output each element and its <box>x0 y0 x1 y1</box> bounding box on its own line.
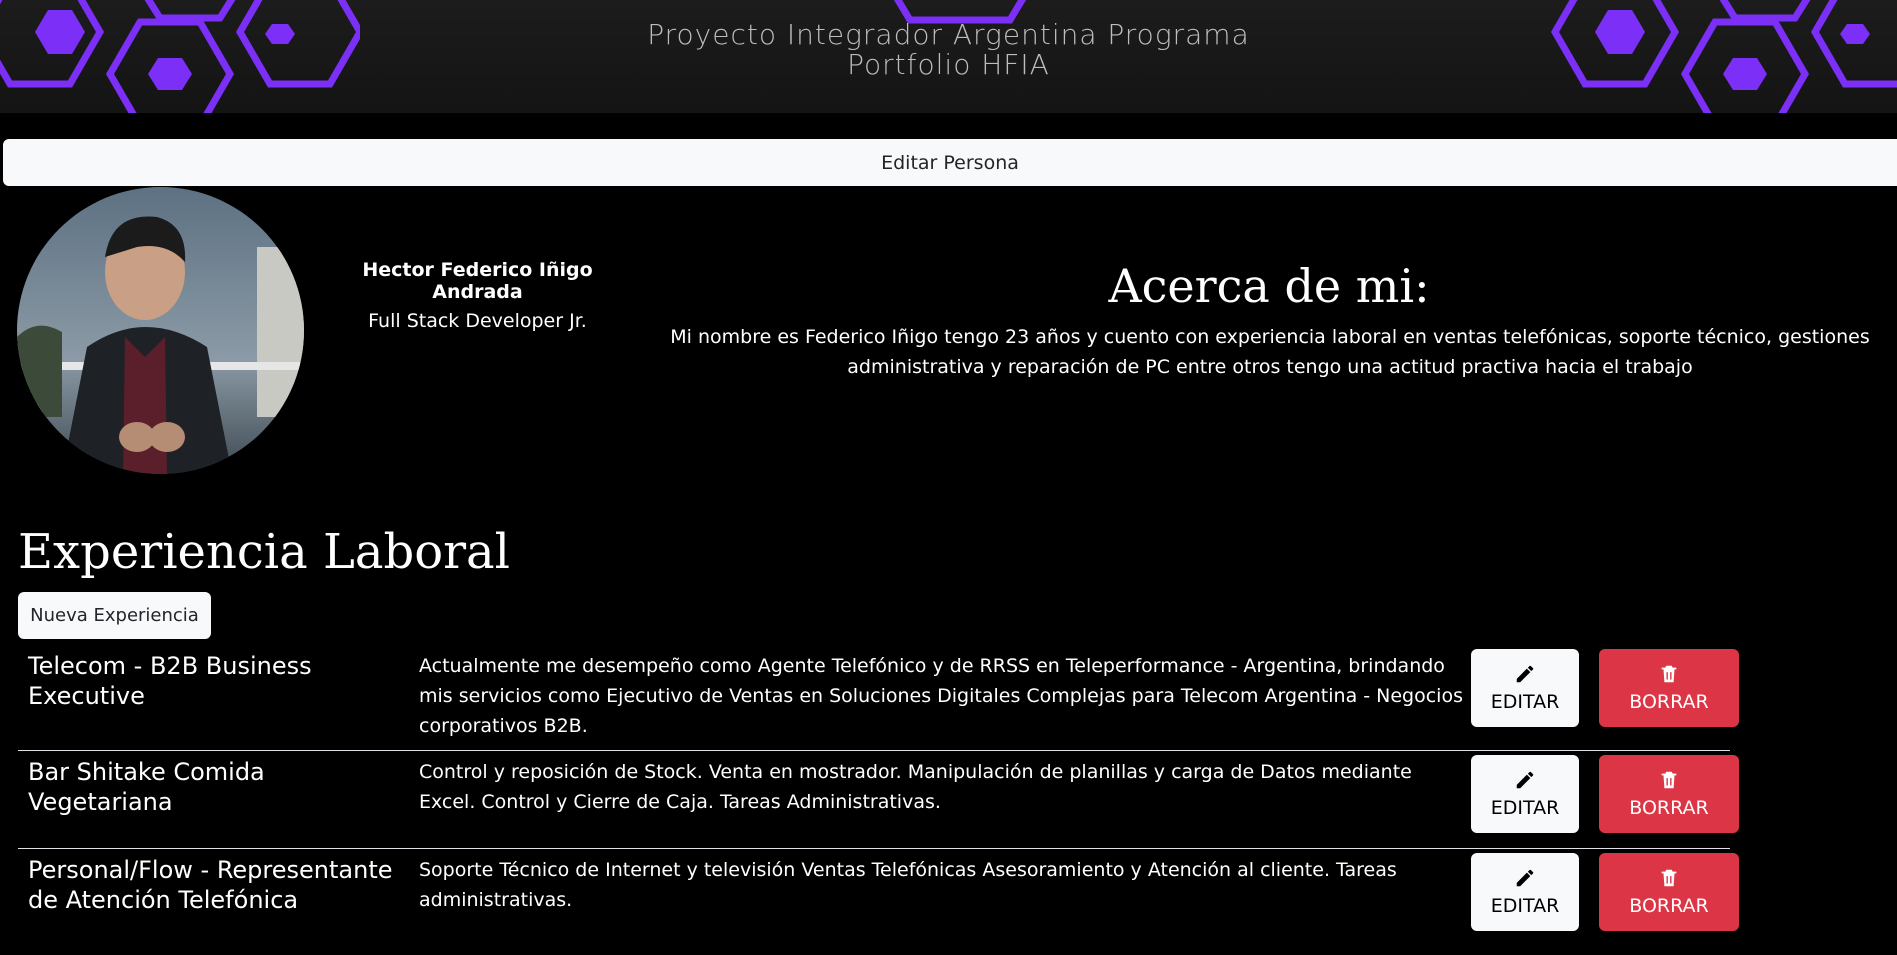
edit-experience-button[interactable]: EDITAR <box>1471 649 1579 727</box>
experience-table: Telecom - B2B Business Executive Actualm… <box>18 645 1739 955</box>
delete-experience-button[interactable]: BORRAR <box>1599 853 1739 931</box>
experience-description: Control y reposición de Stock. Venta en … <box>419 761 1412 813</box>
about-text: Mi nombre es Federico Iñigo tengo 23 año… <box>670 326 1870 378</box>
delete-experience-button[interactable]: BORRAR <box>1599 755 1739 833</box>
experience-role: Bar Shitake Comida Vegetariana <box>28 758 265 816</box>
edit-label: EDITAR <box>1490 797 1560 819</box>
experience-title: Experiencia Laboral <box>18 524 510 580</box>
edit-experience-button[interactable]: EDITAR <box>1471 755 1579 833</box>
header-banner: Proyecto Integrador Argentina Programa P… <box>0 0 1897 113</box>
banner-title: Proyecto Integrador Argentina Programa P… <box>0 20 1897 80</box>
banner-title-line2: Portfolio HFIA <box>847 48 1050 81</box>
pencil-icon <box>1516 869 1534 887</box>
trash-icon <box>1661 665 1677 683</box>
trash-icon <box>1661 869 1677 887</box>
about-title: Acerca de mi: <box>1108 259 1430 313</box>
edit-label: EDITAR <box>1490 691 1560 713</box>
delete-experience-button[interactable]: BORRAR <box>1599 649 1739 727</box>
pencil-icon <box>1516 771 1534 789</box>
edit-persona-button[interactable]: Editar Persona <box>3 139 1897 186</box>
experience-role: Personal/Flow - Representante de Atenció… <box>28 856 393 914</box>
delete-label: BORRAR <box>1629 691 1709 713</box>
delete-label: BORRAR <box>1629 895 1709 917</box>
experience-row: Personal/Flow - Representante de Atenció… <box>18 849 1739 955</box>
experience-row: Bar Shitake Comida Vegetariana Control y… <box>18 751 1739 849</box>
delete-label: BORRAR <box>1629 797 1709 819</box>
experience-description: Actualmente me desempeño como Agente Tel… <box>419 655 1463 737</box>
experience-row: Telecom - B2B Business Executive Actualm… <box>18 645 1739 751</box>
persona-name: Hector Federico Iñigo Andrada <box>362 259 593 303</box>
edit-label: EDITAR <box>1490 895 1560 917</box>
persona-role: Full Stack Developer Jr. <box>368 310 587 332</box>
profile-avatar <box>17 187 304 474</box>
experience-description: Soporte Técnico de Internet y televisión… <box>419 859 1397 911</box>
experience-role: Telecom - B2B Business Executive <box>28 652 312 710</box>
edit-experience-button[interactable]: EDITAR <box>1471 853 1579 931</box>
banner-title-line1: Proyecto Integrador Argentina Programa <box>647 18 1250 51</box>
pencil-icon <box>1516 665 1534 683</box>
new-experience-button[interactable]: Nueva Experiencia <box>18 592 211 639</box>
trash-icon <box>1661 771 1677 789</box>
